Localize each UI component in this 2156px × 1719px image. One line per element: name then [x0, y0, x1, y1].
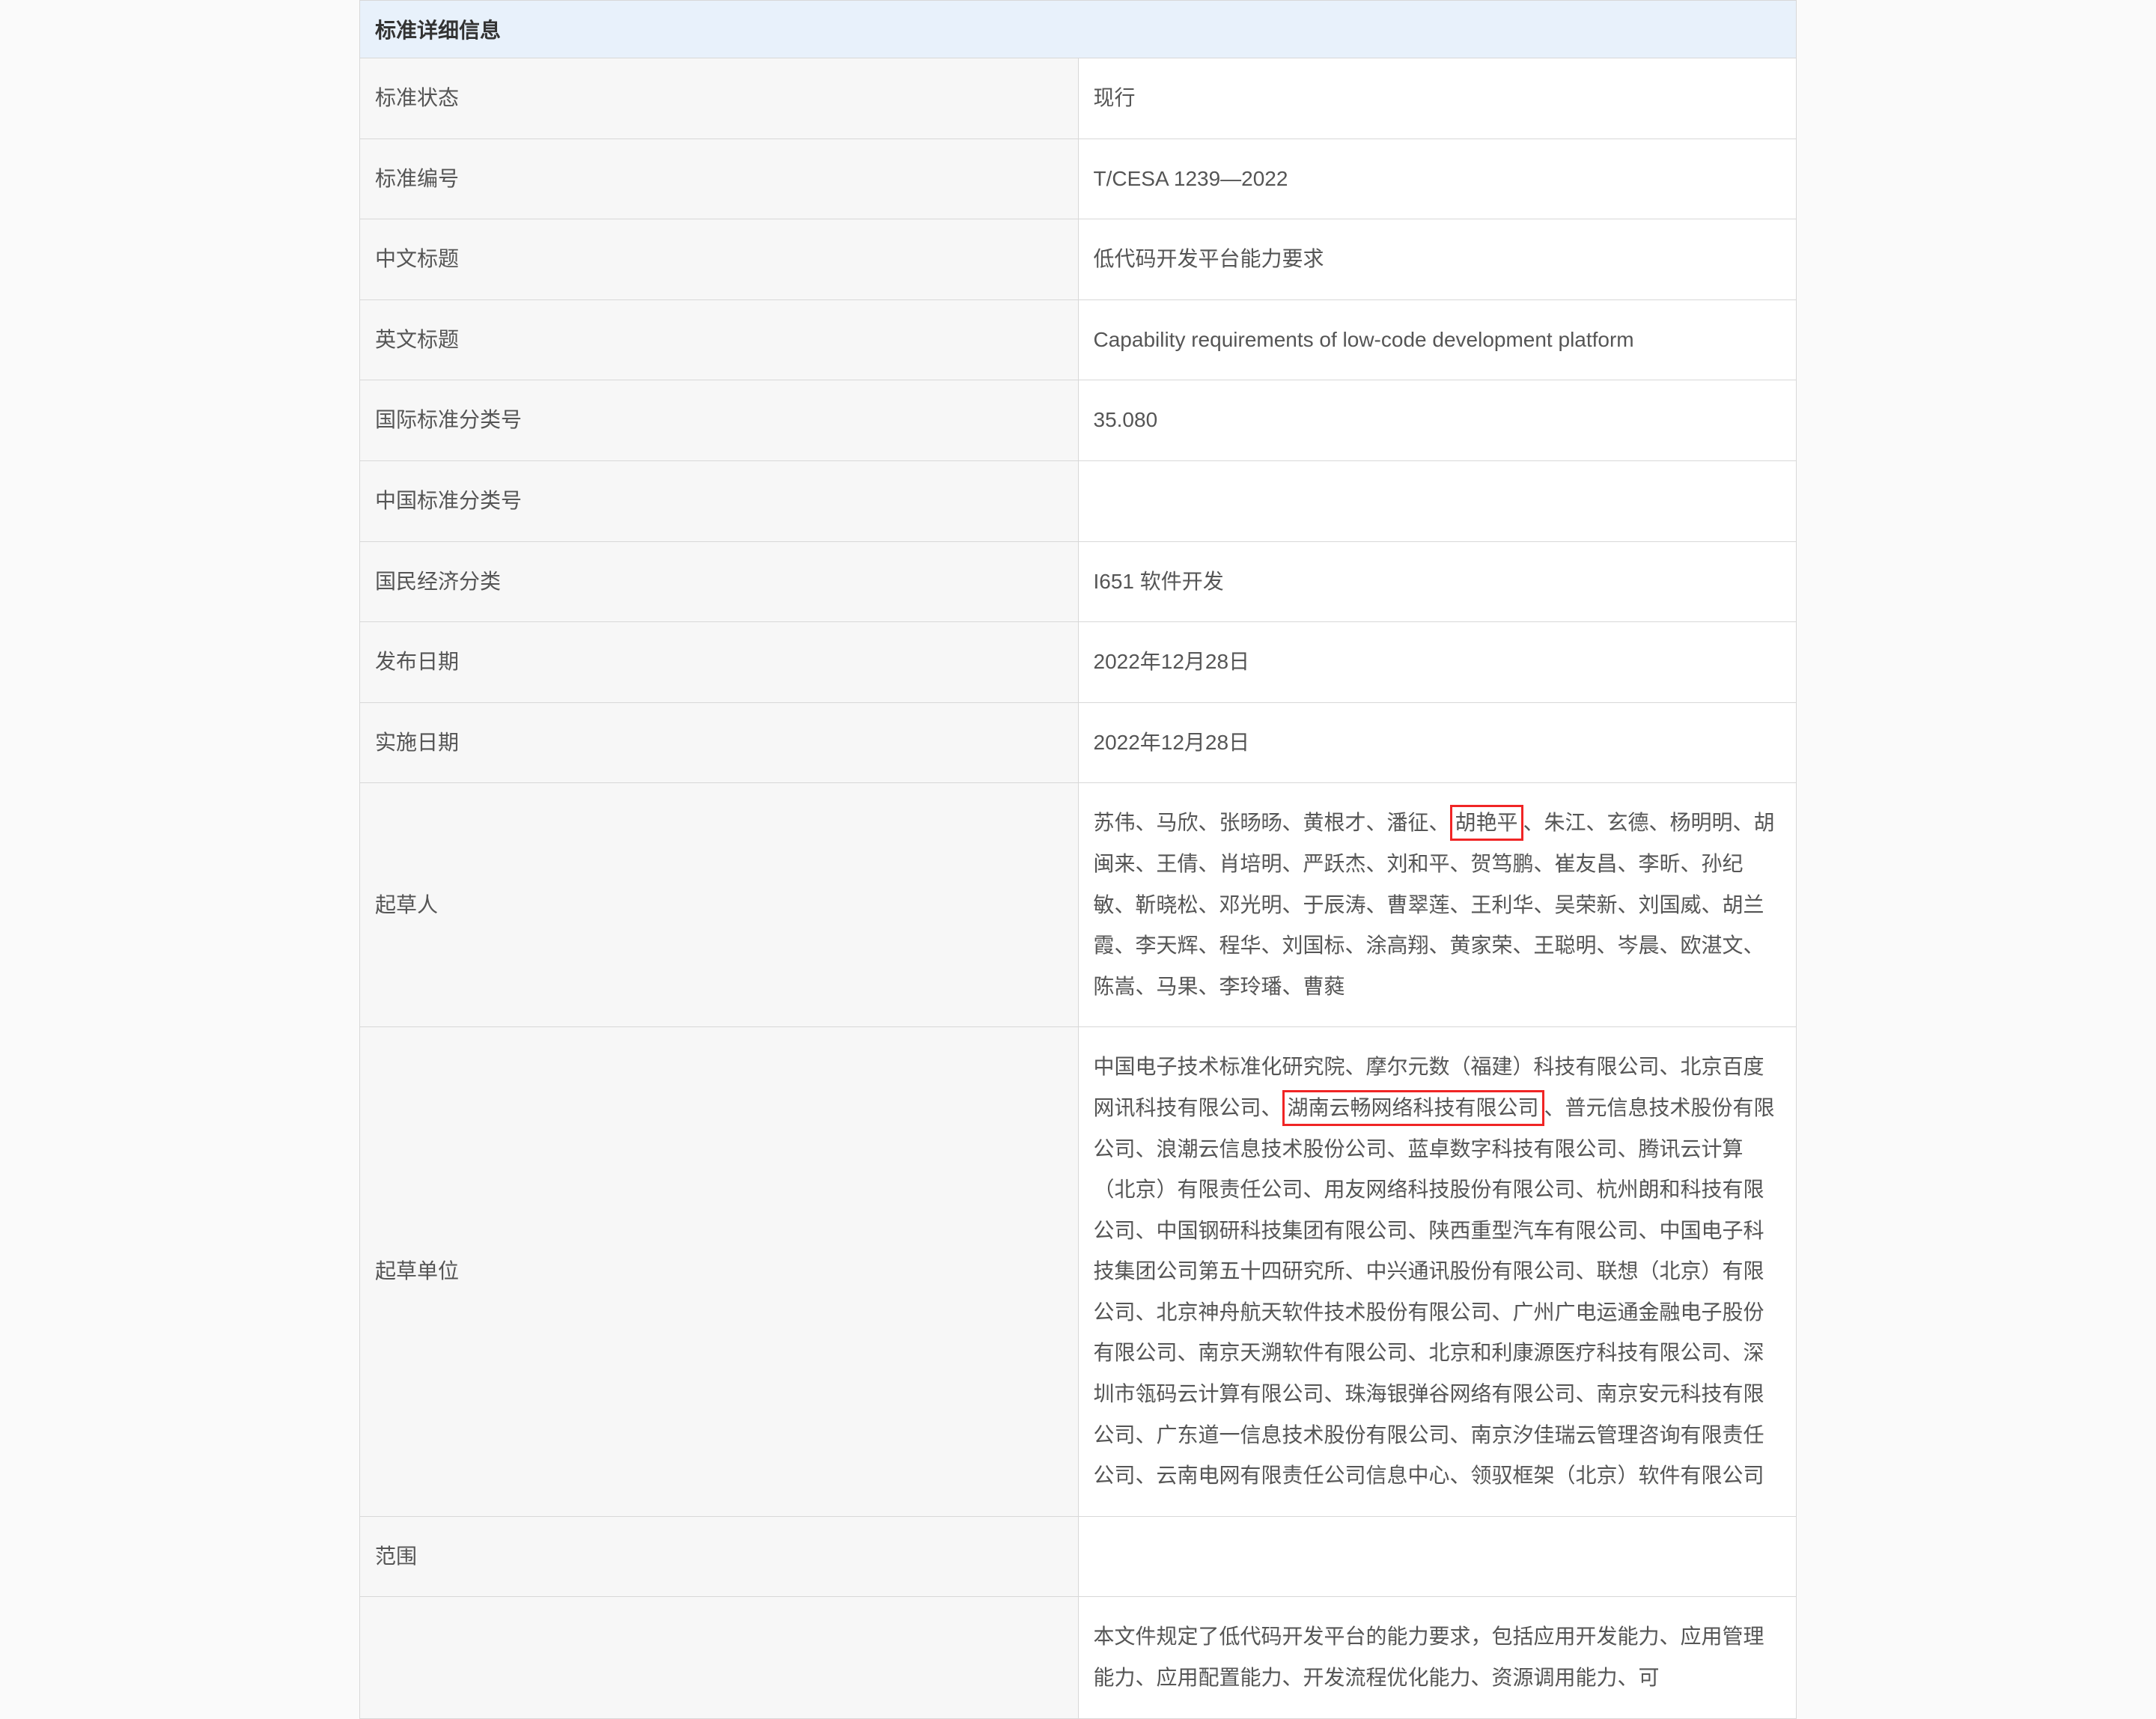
- drafters-prefix: 苏伟、马欣、张旸旸、黄根才、潘征、: [1094, 811, 1450, 834]
- label-pub-date: 发布日期: [360, 622, 1079, 703]
- value-drafters: 苏伟、马欣、张旸旸、黄根才、潘征、胡艳平、朱江、玄德、杨明明、胡闽来、王倩、肖培…: [1078, 783, 1797, 1027]
- row-scope: 范围: [360, 1516, 1797, 1597]
- value-impl-date: 2022年12月28日: [1078, 702, 1797, 783]
- label-scope: 范围: [360, 1516, 1079, 1597]
- value-cn-class: [1078, 460, 1797, 541]
- value-scope: [1078, 1516, 1797, 1597]
- value-title-cn: 低代码开发平台能力要求: [1078, 219, 1797, 300]
- drafters-highlight: 胡艳平: [1450, 805, 1523, 841]
- value-summary: 本文件规定了低代码开发平台的能力要求，包括应用开发能力、应用管理能力、应用配置能…: [1078, 1597, 1797, 1718]
- orgs-highlight: 湖南云畅网络科技有限公司: [1282, 1090, 1544, 1126]
- value-ne-class: I651 软件开发: [1078, 541, 1797, 622]
- value-orgs: 中国电子技术标准化研究院、摩尔元数（福建）科技有限公司、北京百度网讯科技有限公司…: [1078, 1027, 1797, 1517]
- row-drafters: 起草人 苏伟、马欣、张旸旸、黄根才、潘征、胡艳平、朱江、玄德、杨明明、胡闽来、王…: [360, 783, 1797, 1027]
- row-ne-class: 国民经济分类 I651 软件开发: [360, 541, 1797, 622]
- label-title-cn: 中文标题: [360, 219, 1079, 300]
- row-cn-class: 中国标准分类号: [360, 460, 1797, 541]
- value-intl-class: 35.080: [1078, 380, 1797, 461]
- value-status: 现行: [1078, 58, 1797, 139]
- row-status: 标准状态 现行: [360, 58, 1797, 139]
- row-title-cn: 中文标题 低代码开发平台能力要求: [360, 219, 1797, 300]
- row-intl-class: 国际标准分类号 35.080: [360, 380, 1797, 461]
- row-summary: 本文件规定了低代码开发平台的能力要求，包括应用开发能力、应用管理能力、应用配置能…: [360, 1597, 1797, 1718]
- row-impl-date: 实施日期 2022年12月28日: [360, 702, 1797, 783]
- drafters-suffix: 、朱江、玄德、杨明明、胡闽来、王倩、肖培明、严跃杰、刘和平、贺笃鹏、崔友昌、李昕…: [1094, 811, 1775, 997]
- row-code: 标准编号 T/CESA 1239—2022: [360, 139, 1797, 219]
- label-intl-class: 国际标准分类号: [360, 380, 1079, 461]
- label-code: 标准编号: [360, 139, 1079, 219]
- row-pub-date: 发布日期 2022年12月28日: [360, 622, 1797, 703]
- label-drafters: 起草人: [360, 783, 1079, 1027]
- row-orgs: 起草单位 中国电子技术标准化研究院、摩尔元数（福建）科技有限公司、北京百度网讯科…: [360, 1027, 1797, 1517]
- label-title-en: 英文标题: [360, 299, 1079, 380]
- label-orgs: 起草单位: [360, 1027, 1079, 1517]
- table-header-title: 标准详细信息: [360, 1, 1797, 58]
- value-pub-date: 2022年12月28日: [1078, 622, 1797, 703]
- value-code: T/CESA 1239—2022: [1078, 139, 1797, 219]
- standard-info-table: 标准详细信息 标准状态 现行 标准编号 T/CESA 1239—2022 中文标…: [359, 0, 1797, 1719]
- label-summary: [360, 1597, 1079, 1718]
- label-cn-class: 中国标准分类号: [360, 460, 1079, 541]
- value-title-en: Capability requirements of low-code deve…: [1078, 299, 1797, 380]
- label-impl-date: 实施日期: [360, 702, 1079, 783]
- orgs-suffix: 、普元信息技术股份有限公司、浪潮云信息技术股份公司、蓝卓数字科技有限公司、腾讯云…: [1094, 1096, 1775, 1487]
- label-status: 标准状态: [360, 58, 1079, 139]
- row-title-en: 英文标题 Capability requirements of low-code…: [360, 299, 1797, 380]
- label-ne-class: 国民经济分类: [360, 541, 1079, 622]
- table-header-row: 标准详细信息: [360, 1, 1797, 58]
